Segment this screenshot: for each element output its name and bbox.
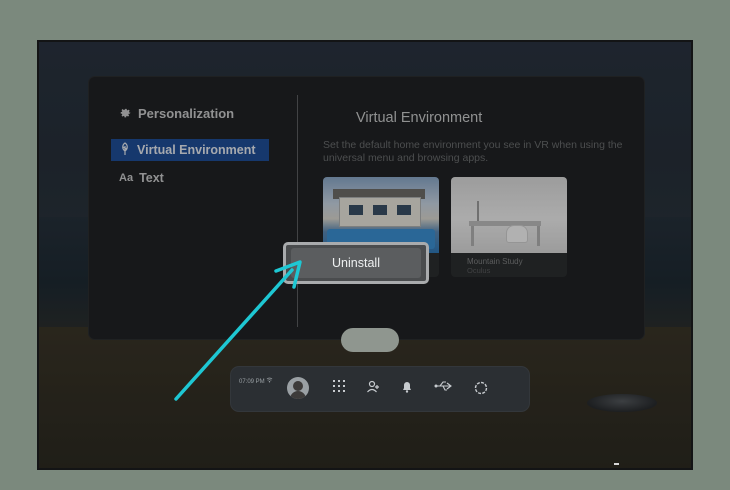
pointer-arrow	[174, 260, 302, 401]
